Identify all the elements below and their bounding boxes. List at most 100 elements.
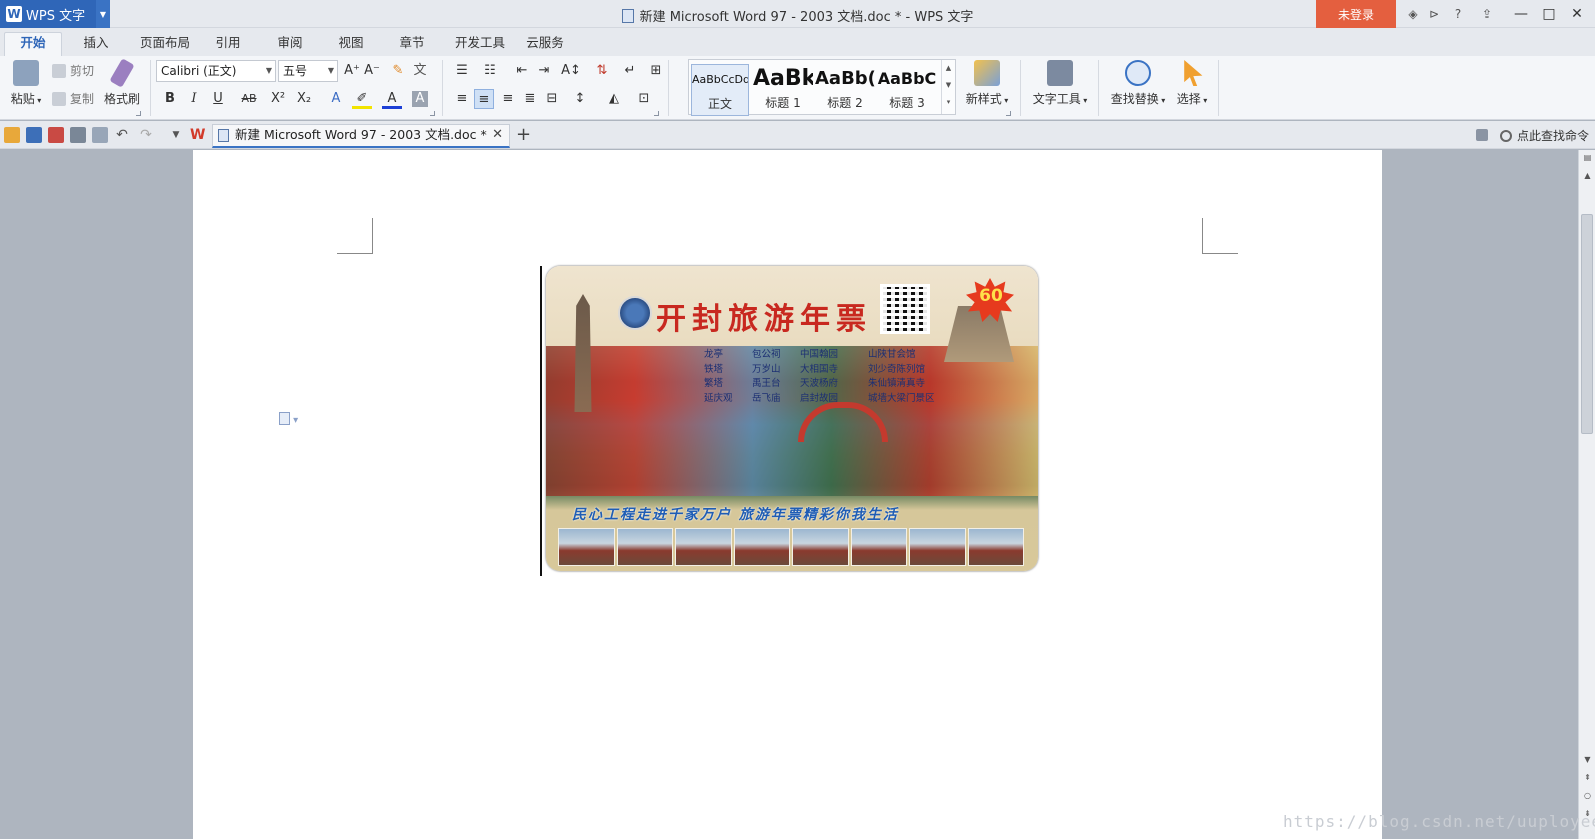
collapse-ribbon-icon[interactable]: ⇪ — [1478, 6, 1496, 22]
copy-button[interactable]: 复制 — [52, 90, 94, 107]
login-button[interactable]: 未登录 — [1316, 0, 1396, 28]
tab-cloud[interactable]: 云服务 — [520, 34, 570, 56]
vertical-scrollbar[interactable]: ▤ ▲ ▼ ⇞ ○ ⇟ — [1578, 150, 1595, 839]
numbered-list-icon[interactable]: ☷ — [480, 61, 500, 81]
highlight-icon[interactable]: ✐ — [352, 89, 372, 109]
format-painter-button[interactable]: 格式刷 — [102, 58, 142, 107]
close-tab-icon[interactable]: ✕ — [492, 125, 503, 145]
document-page[interactable]: ▾ 开封旅游年票 60 龙亭 铁塔 繁塔 延庆观 包公祠 万岁山 禹王台 岳飞庙 中国翰园大… — [193, 150, 1382, 839]
ticket-image[interactable]: 开封旅游年票 60 龙亭 铁塔 繁塔 延庆观 包公祠 万岁山 禹王台 岳飞庙 中国翰园 大相国… — [546, 266, 1038, 571]
tab-insert[interactable]: 插入 — [74, 34, 118, 56]
justify-icon[interactable]: ≣ — [520, 89, 540, 109]
skin-icon[interactable]: ◈ — [1404, 6, 1422, 22]
menu-tabs: 开始 插入 页面布局 引用 审阅 视图 章节 开发工具 云服务 — [0, 28, 1595, 56]
distribute-icon[interactable]: ⊟ — [542, 89, 562, 109]
tab-chapter[interactable]: 章节 — [390, 34, 434, 56]
subscript-icon[interactable]: X₂ — [294, 89, 314, 109]
style-heading-3[interactable]: AaBbC 标题 3 — [877, 64, 937, 116]
borders-icon[interactable]: ⊡ — [634, 89, 654, 109]
feedback-icon[interactable]: ⊳ — [1425, 6, 1443, 22]
grow-font-icon[interactable]: A⁺ — [342, 61, 362, 81]
maximize-button[interactable]: □ — [1536, 0, 1562, 28]
shrink-font-icon[interactable]: A⁻ — [362, 61, 382, 81]
bold-icon[interactable]: B — [160, 89, 180, 109]
styles-launcher-icon[interactable] — [1006, 111, 1011, 116]
italic-icon[interactable]: I — [184, 89, 204, 109]
export-pdf-icon[interactable] — [48, 127, 64, 143]
landmark-thumb — [558, 528, 615, 566]
font-color-icon[interactable]: A — [382, 89, 402, 109]
paste-options-icon — [279, 412, 290, 425]
options-icon[interactable] — [1476, 129, 1488, 141]
wps-home-icon[interactable]: W — [190, 127, 206, 143]
styles-scroll[interactable]: ▲ ▼ ▾ — [941, 60, 955, 114]
style-heading-1[interactable]: AaBk 标题 1 — [753, 64, 813, 116]
command-search[interactable]: 点此查找命令 — [1500, 127, 1589, 144]
text-tools-button[interactable]: 文字工具 ▾ — [1028, 60, 1092, 107]
new-tab-button[interactable]: + — [516, 124, 531, 145]
document-tab[interactable]: 新建 Microsoft Word 97 - 2003 文档.doc * ✕ — [212, 124, 510, 148]
scroll-thumb[interactable] — [1581, 214, 1593, 434]
help-icon[interactable]: ? — [1449, 6, 1467, 22]
tab-review[interactable]: 审阅 — [268, 34, 312, 56]
customize-chevron-icon[interactable]: ▼ — [168, 127, 184, 143]
scroll-up-icon[interactable]: ▲ — [1582, 170, 1593, 181]
font-size-select[interactable]: 五号 ▼ — [278, 60, 338, 82]
split-icon[interactable]: ▤ — [1582, 152, 1593, 163]
tab-home[interactable]: 开始 — [4, 32, 62, 56]
print-icon[interactable] — [70, 127, 86, 143]
new-style-button[interactable]: 新样式 ▾ — [962, 60, 1012, 107]
table-icon[interactable]: ⊞ — [646, 61, 666, 81]
tab-page-layout[interactable]: 页面布局 — [132, 34, 198, 56]
char-shading-icon[interactable]: A — [412, 91, 428, 107]
undo-icon[interactable]: ↶ — [114, 127, 130, 143]
cut-button[interactable]: 剪切 — [52, 62, 94, 79]
redo-icon[interactable]: ↷ — [138, 127, 154, 143]
separator — [668, 60, 669, 116]
bullet-list-icon[interactable]: ☰ — [452, 61, 472, 81]
landmark-thumb — [675, 528, 732, 566]
style-normal[interactable]: AaBbCcDd 正文 — [691, 64, 749, 116]
chinese-layout-icon[interactable]: A↕ — [558, 61, 584, 81]
paste-button[interactable]: 粘贴 ▾ — [8, 60, 44, 107]
font-family-select[interactable]: Calibri (正文) ▼ — [156, 60, 276, 82]
select-button[interactable]: 选择 ▾ — [1172, 60, 1212, 107]
sort-icon[interactable]: ⇅ — [592, 61, 612, 81]
superscript-icon[interactable]: X² — [268, 89, 288, 109]
tab-view[interactable]: 视图 — [329, 34, 373, 56]
paragraph-marks-icon[interactable]: ↵ — [620, 61, 640, 81]
align-right-icon[interactable]: ≡ — [498, 89, 518, 109]
scissors-icon — [52, 63, 66, 78]
browse-object-icon[interactable]: ○ — [1582, 790, 1593, 801]
phonetic-icon[interactable]: 文 — [410, 61, 430, 81]
tab-developer[interactable]: 开发工具 — [450, 34, 510, 56]
line-spacing-icon[interactable]: ↕ — [570, 89, 590, 109]
document-area[interactable]: ▾ 开封旅游年票 60 龙亭 铁塔 繁塔 延庆观 包公祠 万岁山 禹王台 岳飞庙 中国翰园大… — [0, 150, 1578, 839]
open-icon[interactable] — [4, 127, 20, 143]
save-icon[interactable] — [26, 127, 42, 143]
strikethrough-icon[interactable]: AB — [236, 89, 262, 109]
decrease-indent-icon[interactable]: ⇤ — [512, 61, 532, 81]
minimize-button[interactable]: — — [1508, 0, 1534, 28]
find-replace-button[interactable]: 查找替换 ▾ — [1106, 60, 1170, 107]
close-button[interactable]: ✕ — [1564, 0, 1590, 28]
increase-indent-icon[interactable]: ⇥ — [534, 61, 554, 81]
paragraph-launcher-icon[interactable] — [654, 111, 659, 116]
text-effect-icon[interactable]: A — [326, 89, 346, 109]
search-icon — [1500, 129, 1512, 142]
align-left-icon[interactable]: ≡ — [452, 89, 472, 109]
clipboard-launcher-icon[interactable] — [136, 111, 141, 116]
align-center-icon[interactable]: ≡ — [474, 89, 494, 109]
clear-format-icon[interactable]: ✎ — [388, 61, 408, 81]
underline-icon[interactable]: U — [208, 89, 228, 109]
tab-references[interactable]: 引用 — [206, 34, 250, 56]
landmark-thumb — [733, 528, 790, 566]
previous-page-icon[interactable]: ⇞ — [1582, 772, 1593, 783]
font-launcher-icon[interactable] — [430, 111, 435, 116]
shading-icon[interactable]: ◭ — [604, 89, 624, 109]
scroll-down-icon[interactable]: ▼ — [1582, 754, 1593, 765]
paste-options[interactable]: ▾ — [279, 412, 298, 426]
print-preview-icon[interactable] — [92, 127, 108, 143]
style-heading-2[interactable]: AaBb( 标题 2 — [815, 64, 875, 116]
landmark-thumb — [616, 528, 673, 566]
